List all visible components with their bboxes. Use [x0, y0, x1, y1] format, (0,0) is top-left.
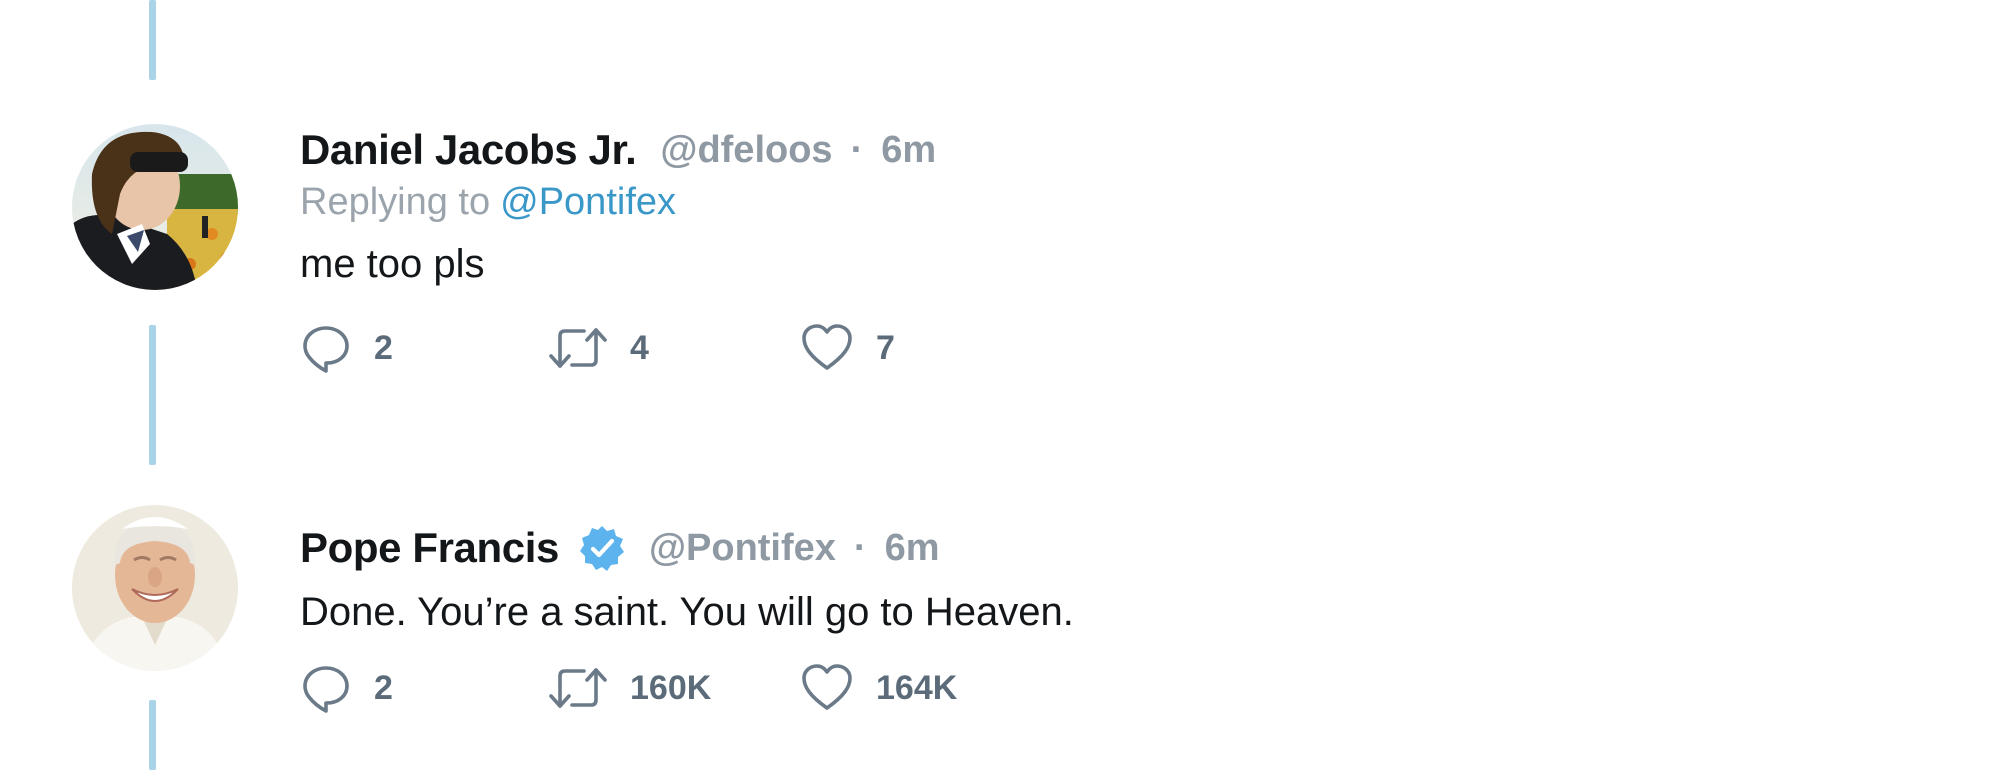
reply-count: 2 [374, 328, 393, 367]
replying-to-label: Replying to [300, 181, 491, 223]
tweet-text: me too pls [300, 242, 485, 286]
avatar[interactable] [72, 124, 238, 290]
like-count: 164K [876, 668, 958, 707]
heart-icon [802, 664, 852, 710]
reply-button[interactable]: 2 [300, 320, 393, 376]
separator-dot: · [853, 526, 867, 569]
timestamp[interactable]: 6m [885, 527, 940, 570]
thread-line-top [149, 0, 156, 80]
user-handle[interactable]: @dfeloos [660, 129, 832, 172]
avatar[interactable] [72, 505, 238, 671]
display-name[interactable]: Pope Francis [300, 524, 559, 572]
reply-icon [303, 326, 349, 373]
verified-badge-icon [579, 525, 625, 571]
reply-icon [303, 666, 349, 713]
tweet-text: Done. You’re a saint. You will go to Hea… [300, 590, 1074, 634]
thread-line-bottom [149, 700, 156, 770]
display-name[interactable]: Daniel Jacobs Jr. [300, 126, 637, 174]
user-handle[interactable]: @Pontifex [649, 527, 836, 570]
reply-count: 2 [374, 668, 393, 707]
avatar-image [72, 124, 238, 290]
replying-to-mention[interactable]: @Pontifex [500, 181, 676, 223]
retweet-button[interactable]: 4 [548, 320, 649, 376]
separator-dot: · [850, 128, 864, 171]
retweet-icon [549, 668, 607, 708]
replying-to: Replying to @Pontifex [300, 181, 936, 231]
conversation-thread: Daniel Jacobs Jr. @dfeloos · 6m Replying… [0, 0, 2000, 770]
like-button[interactable]: 164K [800, 660, 957, 716]
like-count: 7 [876, 328, 895, 367]
retweet-count: 160K [630, 668, 712, 707]
avatar-image [72, 505, 238, 671]
like-button[interactable]: 7 [800, 320, 895, 376]
thread-line-middle [149, 325, 156, 465]
heart-icon [802, 324, 852, 370]
retweet-icon [549, 328, 607, 368]
retweet-count: 4 [630, 328, 649, 367]
retweet-button[interactable]: 160K [548, 660, 711, 716]
reply-button[interactable]: 2 [300, 660, 393, 716]
timestamp[interactable]: 6m [881, 129, 936, 172]
